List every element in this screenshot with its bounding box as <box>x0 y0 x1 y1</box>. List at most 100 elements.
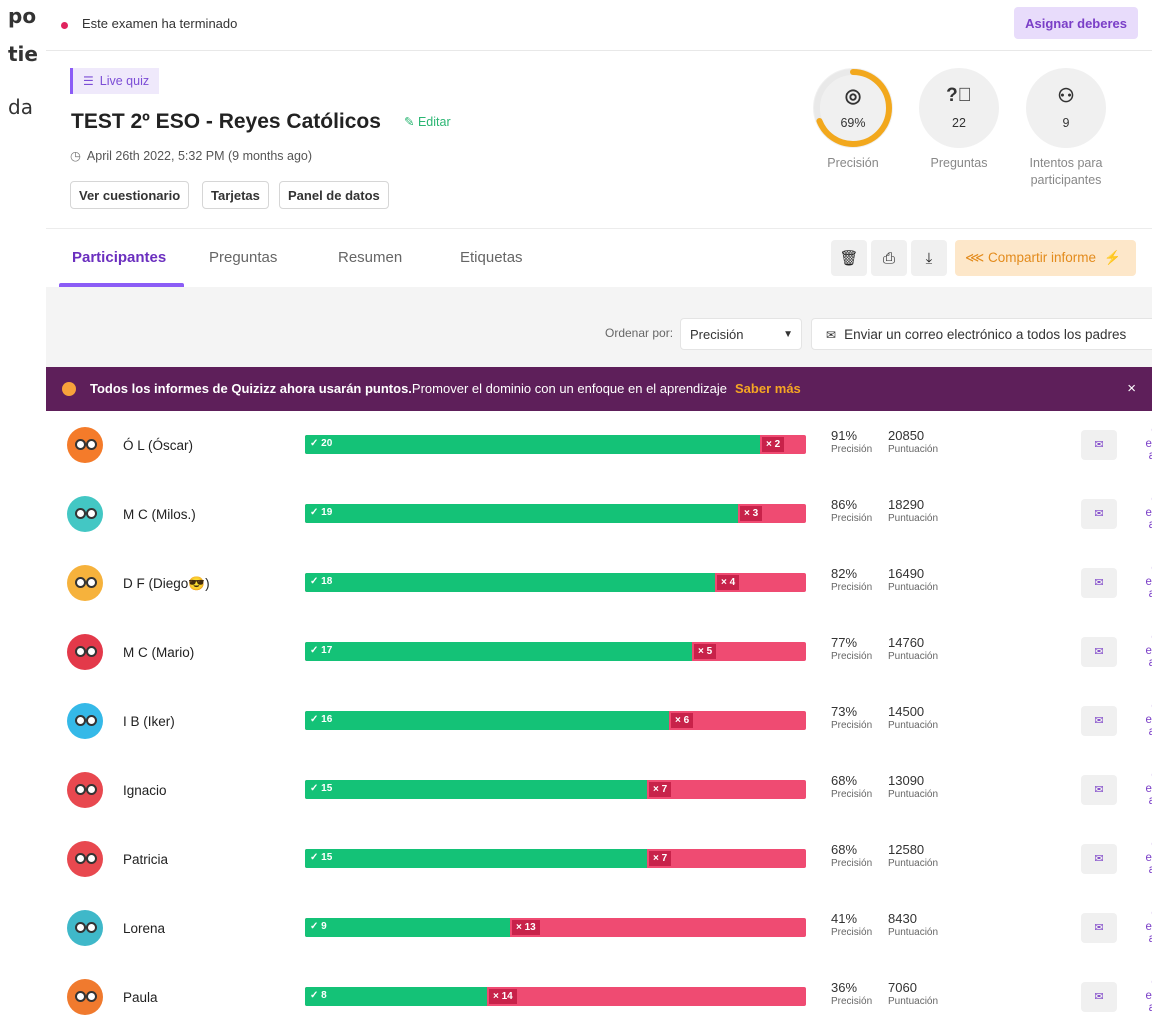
email-parent-line: electró <box>1145 575 1152 588</box>
email-parent-label[interactable]: Correelectróal pad <box>1100 563 1152 601</box>
email-parent-line: al pad <box>1148 588 1152 600</box>
answers-bar: ✓ 18 × 4 <box>305 573 806 592</box>
email-parent-label[interactable]: Correelectróal pad <box>1100 977 1152 1015</box>
accuracy-metric: 68% Precisión <box>831 842 872 869</box>
lightbulb-icon <box>62 382 76 396</box>
avatar <box>67 910 103 946</box>
avatar-eye <box>86 715 97 726</box>
accuracy-value: 91% <box>831 428 858 443</box>
correct-segment: ✓ 15 <box>305 780 647 799</box>
avatar-eye <box>86 922 97 933</box>
banner-text: Promover el dominio con un enfoque en el… <box>411 381 728 396</box>
tab-tags[interactable]: Etiquetas <box>460 249 523 266</box>
share-icon: ⋘ <box>965 250 985 265</box>
answers-bar: ✓ 20 × 2 <box>305 435 806 454</box>
print-button[interactable]: ⎙ <box>871 240 907 276</box>
learn-more-link[interactable]: Saber más <box>735 381 801 396</box>
share-report-button[interactable]: ⋘ Compartir informe ⚡ <box>955 240 1136 276</box>
table-row[interactable]: I B (Iker) ✓ 16 × 6 73% Precisión 14500 Puntua… <box>46 687 1152 756</box>
wrong-count: × 2 <box>762 437 785 452</box>
email-parent-label[interactable]: Correelectróal pad <box>1100 839 1152 877</box>
table-row[interactable]: Ó L (Óscar) ✓ 20 × 2 91% Precisión 20850 Puntu… <box>46 411 1152 480</box>
email-all-label: Enviar un correo electrónico a todos los… <box>844 327 1127 342</box>
avatar <box>67 427 103 463</box>
clock-icon: ◷ <box>70 149 81 163</box>
email-parent-line: Corre <box>1100 632 1152 645</box>
answers-bar: ✓ 15 × 7 <box>305 780 806 799</box>
wrong-count: × 5 <box>694 644 717 659</box>
wrong-count: × 13 <box>512 920 540 935</box>
assign-homework-button[interactable]: Asignar deberes <box>1014 7 1138 39</box>
table-row[interactable]: Ignacio ✓ 15 × 7 68% Precisión 13090 Puntuació… <box>46 756 1152 825</box>
email-parent-line: al pad <box>1148 657 1152 669</box>
table-row[interactable]: D F (Diego😎) ✓ 18 × 4 82% Precisión 16490 Punt… <box>46 549 1152 618</box>
email-parent-label[interactable]: Correelectróal pad <box>1100 632 1152 670</box>
accuracy-caption: Precisión <box>831 927 873 938</box>
table-row[interactable]: M C (Milos.) ✓ 19 × 3 86% Precisión 18290 Punt… <box>46 480 1152 549</box>
table-row[interactable]: Patricia ✓ 15 × 7 68% Precisión 12580 Puntuaci… <box>46 825 1152 894</box>
email-parent-line: al pad <box>1148 450 1152 462</box>
sort-value: Precisión <box>690 327 744 342</box>
accuracy-metric: 91% Precisión <box>831 428 872 455</box>
email-parent-line: al pad <box>1148 726 1152 738</box>
email-parent-line: al pad <box>1148 1002 1152 1014</box>
download-button[interactable]: ⤓ <box>911 240 947 276</box>
toolbar-area: Ordenar por: Precisión ▼ ✉ Enviar un corr… <box>46 287 1152 367</box>
score-value: 16490 <box>888 566 925 581</box>
accuracy-value: 41% <box>831 911 858 926</box>
avatar <box>67 634 103 670</box>
wrong-count: × 4 <box>717 575 740 590</box>
edit-icon: ✎ <box>404 115 415 129</box>
banner-bold: Todos los informes de Quizizz ahora usar… <box>90 381 412 396</box>
avatar-eye <box>86 784 97 795</box>
email-all-parents-button[interactable]: ✉ Enviar un correo electrónico a todos lo… <box>811 318 1152 350</box>
table-row[interactable]: Lorena ✓ 9 × 13 41% Precisión 8430 Puntuación ✉… <box>46 894 1152 963</box>
avatar-eye <box>75 715 86 726</box>
email-parent-line: Corre <box>1100 977 1152 990</box>
correct-segment: ✓ 19 <box>305 504 738 523</box>
wrong-count: × 14 <box>489 989 517 1004</box>
avatar-eye <box>86 577 97 588</box>
score-caption: Puntuación <box>888 927 939 938</box>
data-panel-button[interactable]: Panel de datos <box>279 181 389 209</box>
score-caption: Puntuación <box>888 582 939 593</box>
target-icon: ◎ <box>844 86 862 107</box>
participant-name: M C (Mario) <box>123 645 195 660</box>
email-parent-label[interactable]: Correelectróal pad <box>1100 494 1152 532</box>
avatar <box>67 979 103 1015</box>
users-icon: ⚇ <box>1057 86 1075 107</box>
table-row[interactable]: Paula✓ 8× 1436%Precisión7060Puntuación✉C… <box>46 963 1152 1028</box>
edit-link[interactable]: ✎ Editar <box>404 114 451 129</box>
attempts-value: 9 <box>1062 116 1070 130</box>
delete-button[interactable]: 🗑 <box>831 240 867 276</box>
participant-name: Ó L (Óscar) <box>123 438 194 453</box>
score-metric: 14760 Puntuación <box>888 635 938 662</box>
status-text: Este examen ha terminado <box>82 16 238 31</box>
table-row[interactable]: M C (Mario) ✓ 17 × 5 77% Precisión 14760 Puntu… <box>46 618 1152 687</box>
sort-select[interactable]: Precisión ▼ <box>680 318 802 350</box>
share-label: Compartir informe <box>987 250 1096 265</box>
score-metric: 16490 Puntuación <box>888 566 938 593</box>
email-parent-label[interactable]: Correelectróal pad <box>1100 701 1152 739</box>
email-parent-label[interactable]: Correelectróal pad <box>1100 425 1152 463</box>
email-parent-label[interactable]: Correelectróal pad <box>1100 770 1152 808</box>
banner-message: Todos los informes de Quizizz ahora usar… <box>90 367 801 411</box>
quiz-title: TEST 2º ESO - Reyes Católicos <box>71 110 381 133</box>
tab-summary[interactable]: Resumen <box>338 249 402 266</box>
flashcards-button[interactable]: Tarjetas <box>202 181 269 209</box>
questions-label: Preguntas <box>930 156 988 170</box>
accuracy-ring <box>814 69 892 147</box>
email-parent-label[interactable]: Correelectróal pad <box>1100 908 1152 946</box>
correct-segment: ✓ 16 <box>305 711 669 730</box>
score-value: 8430 <box>888 911 917 926</box>
score-metric: 7060 Puntuación <box>888 980 938 1007</box>
tab-questions[interactable]: Preguntas <box>209 249 277 266</box>
score-caption: Puntuación <box>888 858 939 869</box>
tab-participants[interactable]: Participantes <box>72 249 166 266</box>
close-icon[interactable]: × <box>1127 367 1136 411</box>
score-caption: Puntuación <box>888 513 939 524</box>
view-quiz-button[interactable]: Ver cuestionario <box>70 181 190 209</box>
email-parent-line: electró <box>1145 644 1152 657</box>
correct-segment: ✓ 8 <box>305 987 487 1006</box>
accuracy-value: 68% <box>831 773 858 788</box>
